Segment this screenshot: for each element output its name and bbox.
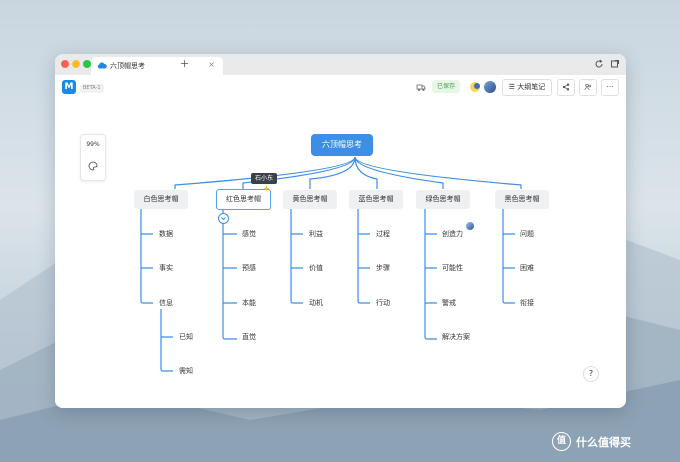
mindmap-branch-node[interactable]: 绿色思考帽: [416, 190, 470, 209]
app-toolbar: M BETA-1 已保存 ☰ 大纲笔记 ···: [55, 75, 626, 101]
watermark: 值 什么值得买: [552, 432, 676, 452]
collapse-toggle[interactable]: [218, 213, 229, 224]
mindmap-root-node[interactable]: 六顶帽思考: [311, 134, 373, 156]
mindmap-leaf-node[interactable]: 动机: [309, 297, 323, 309]
mindmap-leaf-node[interactable]: 过程: [376, 228, 390, 240]
watermark-text: 什么值得买: [576, 436, 631, 449]
cloud-icon: [97, 62, 107, 69]
share-icon: [562, 83, 570, 91]
share-button[interactable]: [557, 79, 575, 96]
mindmap-leaf-node[interactable]: 已知: [179, 331, 193, 343]
chevron-down-icon: [221, 217, 226, 221]
mindmap-leaf-node[interactable]: 警戒: [442, 297, 456, 309]
mindmap-leaf-node[interactable]: 困难: [520, 262, 534, 274]
mindmap-leaf-node[interactable]: 衔接: [520, 297, 534, 309]
mindmap-leaf-node[interactable]: 需知: [179, 365, 193, 377]
mindmap-branch-node[interactable]: 黑色思考帽: [495, 190, 549, 209]
users-icon: [584, 83, 592, 91]
avatar[interactable]: [484, 81, 496, 93]
mindmap-leaf-node[interactable]: 解决方案: [442, 331, 470, 343]
truck-icon[interactable]: [416, 83, 426, 92]
app-logo-icon[interactable]: M: [62, 80, 76, 94]
list-icon: ☰: [508, 83, 518, 91]
mindmap-leaf-node[interactable]: 创造力: [442, 228, 463, 240]
close-window-button[interactable]: [61, 60, 69, 68]
collaborator-avatar: [466, 222, 474, 230]
mindmap-branch-node[interactable]: 蓝色思考帽: [349, 190, 403, 209]
mindmap-leaf-node[interactable]: 价值: [309, 262, 323, 274]
watermark-logo: 值: [552, 432, 571, 451]
cursor-sparkle-icon: [263, 185, 270, 192]
mindmap-branch-node[interactable]: 黄色思考帽: [283, 190, 337, 209]
tab-title: 六顶帽思考: [110, 62, 145, 70]
app-window: 六顶帽思考 × + M BETA-1 已保存 ☰ 大纲笔记 ··· 99% 六顶…: [55, 54, 626, 408]
theme-icon[interactable]: [469, 81, 481, 93]
maximize-window-button[interactable]: [83, 60, 91, 68]
mindmap-leaf-node[interactable]: 预感: [242, 262, 256, 274]
title-bar: 六顶帽思考 × +: [55, 54, 626, 75]
new-tab-button[interactable]: +: [180, 57, 189, 70]
collaborator-tooltip: 石小东: [251, 173, 278, 184]
mindmap-leaf-node[interactable]: 步骤: [376, 262, 390, 274]
mindmap-leaf-node[interactable]: 可能性: [442, 262, 463, 274]
mindmap-leaf-node[interactable]: 数据: [159, 228, 173, 240]
mindmap-canvas[interactable]: 99% 六顶帽思考 石小东 白色思考帽 红色思考帽 黄色思考帽 蓝色思考帽 绿色…: [55, 101, 626, 408]
mindmap-leaf-node[interactable]: 本能: [242, 297, 256, 309]
tab-close-icon[interactable]: ×: [208, 60, 215, 69]
refresh-icon[interactable]: [594, 59, 604, 69]
mindmap-branch-node-selected[interactable]: 红色思考帽: [216, 189, 271, 210]
mindmap-leaf-node[interactable]: 感觉: [242, 228, 256, 240]
help-button[interactable]: ?: [583, 366, 599, 382]
more-button[interactable]: ···: [601, 79, 619, 96]
mindmap-branch-node[interactable]: 白色思考帽: [134, 190, 188, 209]
mindmap-leaf-node[interactable]: 问题: [520, 228, 534, 240]
mindmap-leaf-node[interactable]: 直觉: [242, 331, 256, 343]
collaborate-button[interactable]: [579, 79, 597, 96]
outline-notes-label: 大纲笔记: [517, 83, 546, 91]
mindmap-leaf-node[interactable]: 信息: [159, 297, 173, 309]
mindmap-leaf-node[interactable]: 事实: [159, 262, 173, 274]
open-external-icon[interactable]: [610, 59, 620, 69]
browser-tab[interactable]: 六顶帽思考 ×: [91, 57, 223, 75]
outline-notes-button[interactable]: ☰ 大纲笔记: [502, 79, 552, 96]
minimize-window-button[interactable]: [72, 60, 80, 68]
mindmap-leaf-node[interactable]: 行动: [376, 297, 390, 309]
saved-status-badge: 已保存: [432, 80, 461, 93]
mindmap-leaf-node[interactable]: 利益: [309, 228, 323, 240]
beta-badge: BETA-1: [80, 84, 104, 93]
